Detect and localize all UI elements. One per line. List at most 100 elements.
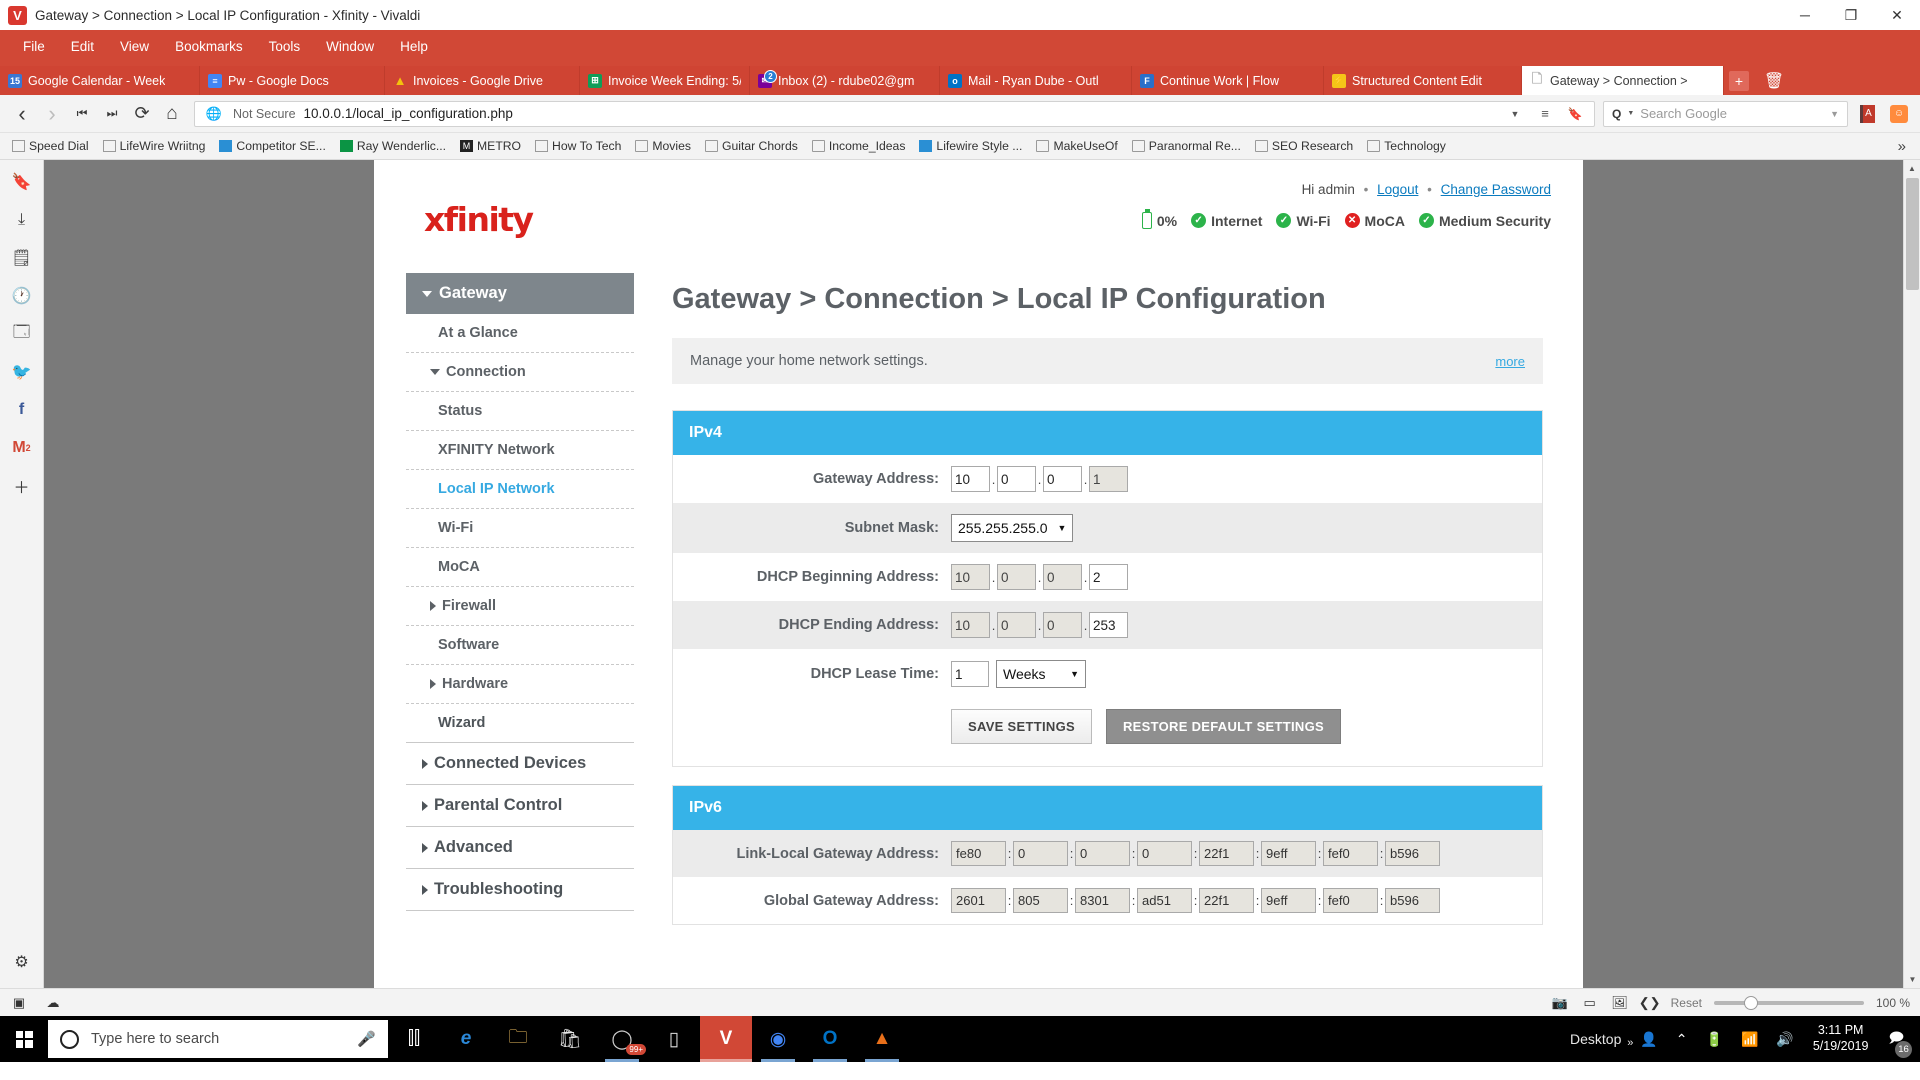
zoom-reset-label[interactable]: Reset <box>1671 996 1702 1010</box>
sidebar-item-wifi[interactable]: Wi-Fi <box>406 509 634 548</box>
bookmark-movies[interactable]: Movies <box>629 137 697 155</box>
global-group-7[interactable]: fef0 <box>1323 888 1378 913</box>
bookmark-competitor-se[interactable]: Competitor SE... <box>213 137 331 155</box>
zoom-slider-knob[interactable] <box>1743 995 1758 1010</box>
reddit-extension-icon[interactable]: ☺ <box>1886 101 1912 127</box>
tab-structured-content[interactable]: ⚡ Structured Content Edit <box>1324 66 1522 95</box>
scroll-down-arrow-icon[interactable]: ▼ <box>1904 971 1920 988</box>
bookmark-ray-wenderlich[interactable]: Ray Wenderlic... <box>334 137 452 155</box>
reload-button[interactable]: ⟳ <box>128 100 156 128</box>
tab-google-drive[interactable]: ▲ Invoices - Google Drive <box>385 66 580 95</box>
windows-start-icon[interactable] <box>0 1016 48 1062</box>
bookmarks-panel-icon[interactable]: 🔖 <box>10 170 34 194</box>
global-group-8[interactable]: b596 <box>1385 888 1440 913</box>
maximize-button[interactable]: ❐ <box>1828 0 1874 30</box>
trash-icon[interactable]: 🗑 <box>1754 66 1794 95</box>
bookmark-icon[interactable]: 🔖 <box>1564 103 1586 125</box>
sidebar-item-wizard[interactable]: Wizard <box>406 704 634 743</box>
bookmark-income-ideas[interactable]: Income_Ideas <box>806 137 912 155</box>
chrome-icon[interactable]: ◉ <box>752 1016 804 1062</box>
link-local-group-7[interactable]: fef0 <box>1323 841 1378 866</box>
global-group-3[interactable]: 8301 <box>1075 888 1130 913</box>
people-icon[interactable]: 👤 <box>1631 1016 1666 1062</box>
global-group-4[interactable]: ad51 <box>1137 888 1192 913</box>
gear-icon[interactable]: ⚙ <box>10 950 34 974</box>
search-engine-chevron-icon[interactable]: ▼ <box>1627 110 1634 117</box>
bookmark-how-to-tech[interactable]: How To Tech <box>529 137 627 155</box>
tab-google-docs[interactable]: ≡ Pw - Google Docs <box>200 66 385 95</box>
tiling-icon[interactable]: ▭ <box>1581 994 1599 1012</box>
menu-help[interactable]: Help <box>387 35 441 58</box>
file-explorer-icon[interactable]: 🗀 <box>492 1016 544 1062</box>
add-panel-icon[interactable]: ＋ <box>10 474 34 498</box>
window-panel-icon[interactable]: 🗔 <box>10 322 34 346</box>
sidebar-item-connection[interactable]: Connection <box>406 353 634 392</box>
bookmark-makeuseof[interactable]: MakeUseOf <box>1030 137 1123 155</box>
sidebar-item-local-ip-network[interactable]: Local IP Network <box>406 470 634 509</box>
close-button[interactable]: ✕ <box>1874 0 1920 30</box>
fastforward-button[interactable]: ⏭ <box>98 100 126 128</box>
menu-file[interactable]: File <box>10 35 58 58</box>
forward-button[interactable]: › <box>38 100 66 128</box>
global-group-6[interactable]: 9eff <box>1261 888 1316 913</box>
bookmark-lifewire-writing[interactable]: LifeWire Wriitng <box>97 137 212 155</box>
search-dropdown-icon[interactable]: ▼ <box>1830 109 1839 119</box>
scrollbar-thumb[interactable] <box>1906 178 1919 290</box>
chevron-down-icon[interactable]: ▼ <box>1504 103 1526 125</box>
sidebar-item-moca[interactable]: MoCA <box>406 548 634 587</box>
gateway-octet-4[interactable]: 1 <box>1089 466 1128 492</box>
home-button[interactable]: ⌂ <box>158 100 186 128</box>
notification-app-icon[interactable]: ◯ 99+ <box>596 1016 648 1062</box>
developer-icon[interactable]: ❮❯ <box>1639 994 1661 1012</box>
sidebar-item-software[interactable]: Software <box>406 626 634 665</box>
dictionary-extension-icon[interactable]: A <box>1854 101 1880 127</box>
cloud-icon[interactable]: ☁ <box>44 994 62 1012</box>
phone-link-icon[interactable]: ▯ <box>648 1016 700 1062</box>
reader-view-icon[interactable]: ≡ <box>1534 103 1556 125</box>
gmail-panel-icon[interactable]: M2 <box>10 436 34 460</box>
twitter-panel-icon[interactable]: 🐦 <box>10 360 34 384</box>
bookmark-lifewire-style[interactable]: Lifewire Style ... <box>913 137 1028 155</box>
sidebar-item-at-a-glance[interactable]: At a Glance <box>406 314 634 353</box>
link-local-group-5[interactable]: 22f1 <box>1199 841 1254 866</box>
save-settings-button[interactable]: SAVE SETTINGS <box>951 709 1092 744</box>
edge-icon[interactable]: e <box>440 1016 492 1062</box>
notes-panel-icon[interactable]: 🗒 <box>10 246 34 270</box>
page-tile-icon[interactable]: ▣ <box>10 994 28 1012</box>
restore-default-settings-button[interactable]: RESTORE DEFAULT SETTINGS <box>1105 709 1341 744</box>
lease-time-input[interactable]: 1 <box>951 661 989 687</box>
zoom-slider[interactable] <box>1713 995 1864 1010</box>
menu-bookmarks[interactable]: Bookmarks <box>162 35 256 58</box>
url-field[interactable]: 🌐 Not Secure 10.0.0.1/local_ip_configura… <box>194 100 1595 127</box>
link-local-group-1[interactable]: fe80 <box>951 841 1006 866</box>
gateway-octet-2[interactable]: 0 <box>997 466 1036 492</box>
show-hidden-icons-chevron[interactable]: ⌃ <box>1667 1016 1697 1062</box>
link-local-group-3[interactable]: 0 <box>1075 841 1130 866</box>
sidebar-item-troubleshooting[interactable]: Troubleshooting <box>406 869 634 911</box>
desktop-label[interactable]: Desktop » <box>1560 1031 1633 1049</box>
action-center-icon[interactable]: 🗩 16 <box>1878 1016 1914 1062</box>
sidebar-item-hardware[interactable]: Hardware <box>406 665 634 704</box>
sidebar-item-parental-control[interactable]: Parental Control <box>406 785 634 827</box>
taskbar-search-input[interactable]: Type here to search 🎤 <box>48 1020 388 1058</box>
global-group-2[interactable]: 805 <box>1013 888 1068 913</box>
bookmark-speed-dial[interactable]: Speed Dial <box>6 137 95 155</box>
page-scrollbar[interactable]: ▲ ▼ <box>1903 160 1920 988</box>
microphone-icon[interactable]: 🎤 <box>357 1030 376 1048</box>
vivaldi-icon[interactable]: V <box>700 1016 752 1062</box>
tab-gateway-connection[interactable]: 🗋 Gateway > Connection > <box>1522 66 1724 95</box>
new-tab-button[interactable]: + <box>1724 66 1754 95</box>
dhcp-begin-octet-3[interactable]: 0 <box>1043 564 1082 590</box>
downloads-panel-icon[interactable]: ⤓ <box>10 208 34 232</box>
sidebar-item-advanced[interactable]: Advanced <box>406 827 634 869</box>
minimize-button[interactable]: ─ <box>1782 0 1828 30</box>
tab-outlook-mail[interactable]: o Mail - Ryan Dube - Outl <box>940 66 1132 95</box>
desktop-overflow-icon[interactable]: » <box>1627 1037 1633 1049</box>
history-panel-icon[interactable]: 🕐 <box>10 284 34 308</box>
dhcp-begin-octet-4[interactable]: 2 <box>1089 564 1128 590</box>
sidebar-item-xfinity-network[interactable]: XFINITY Network <box>406 431 634 470</box>
bookmark-seo-research[interactable]: SEO Research <box>1249 137 1359 155</box>
gateway-octet-1[interactable]: 10 <box>951 466 990 492</box>
dhcp-end-octet-4[interactable]: 253 <box>1089 612 1128 638</box>
bookmark-technology[interactable]: Technology <box>1361 137 1452 155</box>
